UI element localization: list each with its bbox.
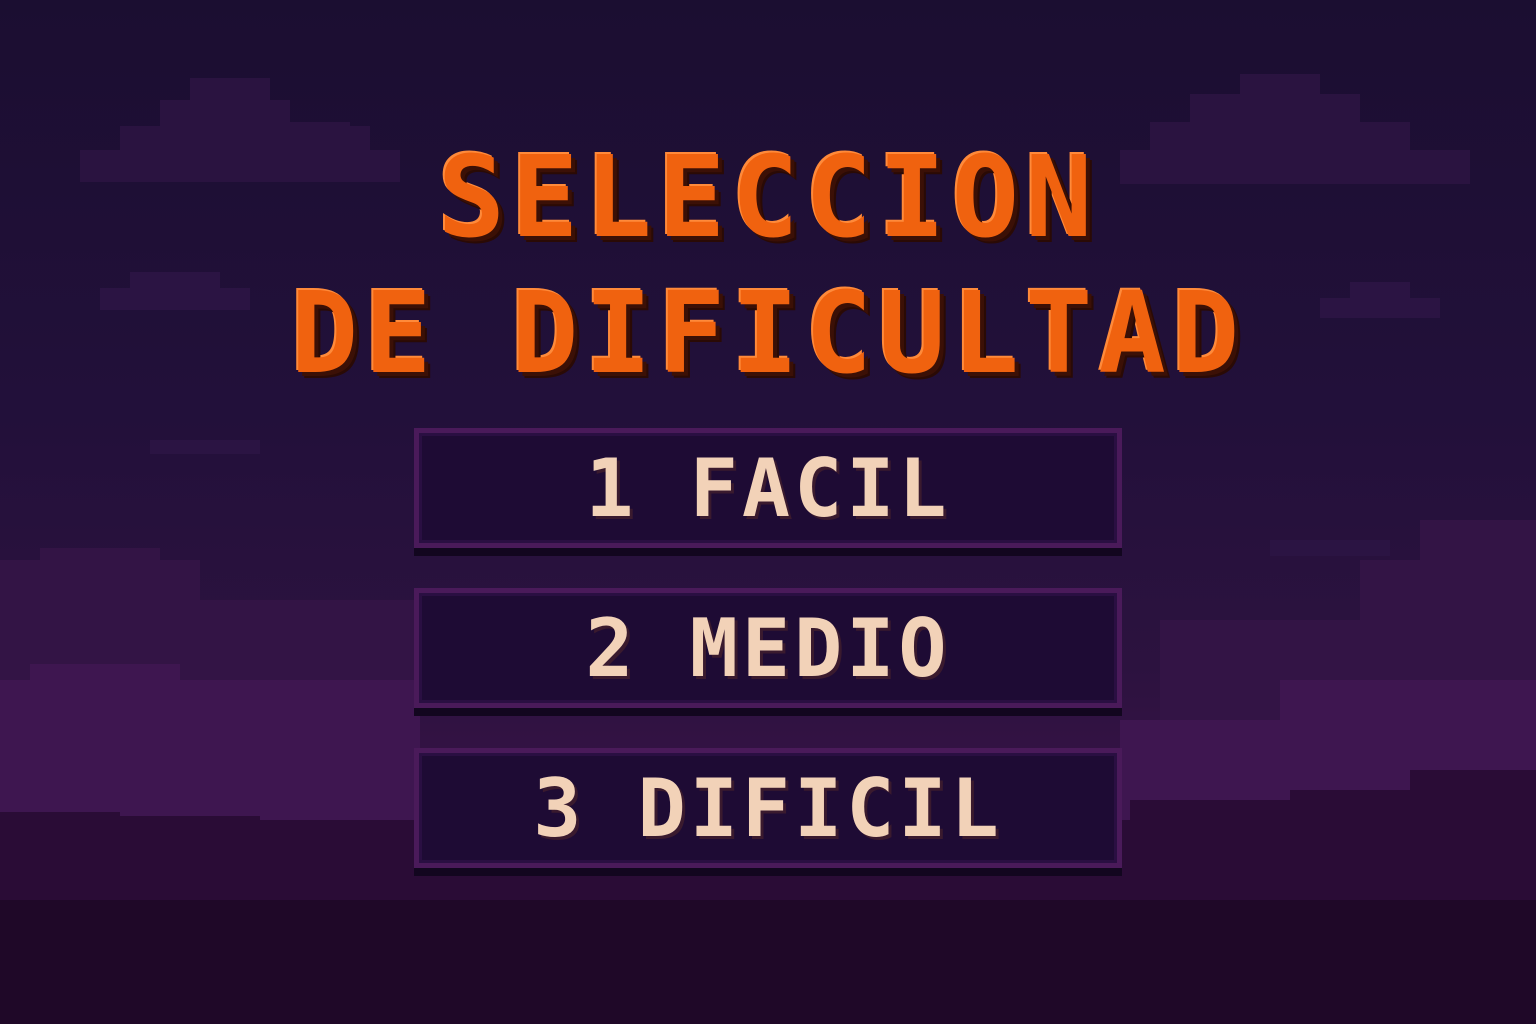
title-line-2: DE DIFICULTAD [290, 269, 1246, 399]
easy-difficulty-button[interactable]: 1 FACIL [414, 428, 1122, 548]
foreground-ground [0, 900, 1536, 1024]
difficulty-select-screen: SELECCION DE DIFICULTAD 1 FACIL 2 MEDIO … [0, 0, 1536, 1024]
title-line-1: SELECCION [437, 133, 1099, 263]
medium-difficulty-label: 2 MEDIO [585, 601, 951, 695]
medium-difficulty-button[interactable]: 2 MEDIO [414, 588, 1122, 708]
hard-difficulty-label: 3 DIFICIL [533, 761, 1003, 855]
easy-difficulty-label: 1 FACIL [585, 441, 951, 535]
hard-difficulty-button[interactable]: 3 DIFICIL [414, 748, 1122, 868]
